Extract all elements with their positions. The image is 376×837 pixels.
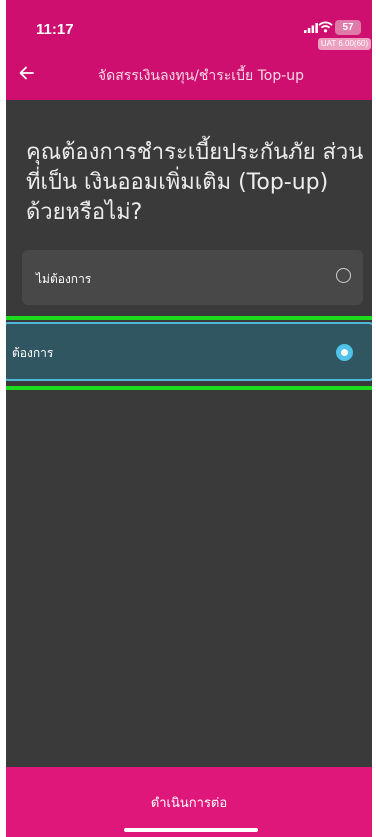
battery-indicator: 57: [335, 20, 361, 35]
footer-bar: ดำเนินการต่อ: [6, 767, 372, 837]
option-label: ต้องการ: [12, 346, 54, 360]
radio-selected-icon[interactable]: [336, 344, 353, 361]
continue-button[interactable]: ดำเนินการต่อ: [6, 792, 372, 813]
option-label: ไม่ต้องการ: [36, 272, 92, 286]
wifi-icon: [318, 21, 333, 33]
option-wanted[interactable]: ต้องการ: [6, 322, 372, 381]
page-title: จัดสรรเงินลงทุน/ชำระเบี้ย Top-up: [97, 68, 305, 84]
arrow-left-icon[interactable]: [14, 60, 40, 86]
signal-icon: [304, 23, 318, 33]
app-screen: 11:17 57 UAT 6.00(60) จัดสรรเงินลงทุน/ชำ…: [6, 0, 372, 837]
home-indicator: [124, 828, 258, 832]
status-time: 11:17: [36, 21, 74, 38]
top-bar: 11:17 57 UAT 6.00(60) จัดสรรเงินลงทุน/ชำ…: [6, 0, 372, 100]
radio-unselected-icon[interactable]: [336, 268, 351, 283]
question-text: คุณต้องการชำระเบี้ยประกันภัย ส่วนที่เป็น…: [26, 140, 364, 225]
option-not-wanted[interactable]: ไม่ต้องการ: [22, 250, 363, 305]
environment-badge: UAT 6.00(60): [318, 38, 371, 50]
